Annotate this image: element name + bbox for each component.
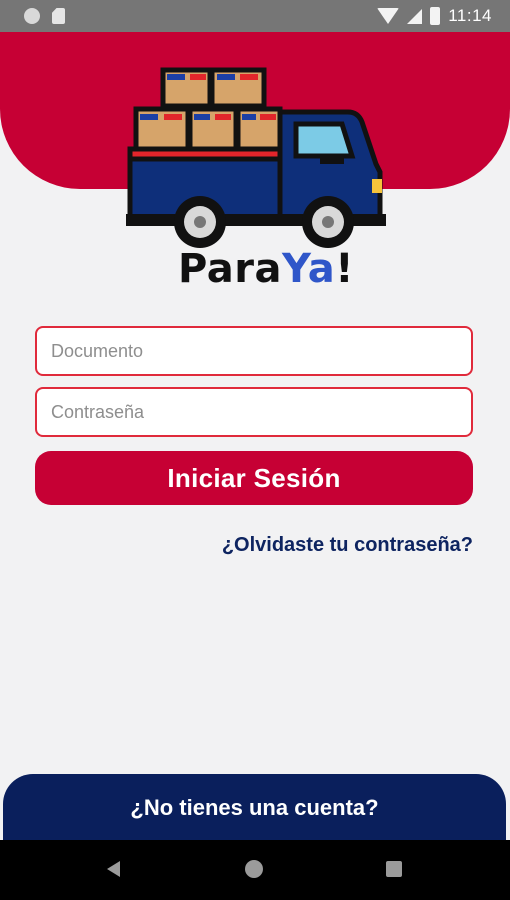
status-right: 11:14 [377,6,492,26]
brand-name: ParaYa! [178,246,354,292]
signup-label: ¿No tienes una cuenta? [130,795,379,820]
back-icon[interactable] [107,861,120,877]
recent-apps-icon[interactable] [386,861,402,877]
brand-name-part1: Para [178,246,282,292]
brand-name-part2: Ya [281,246,336,292]
wifi-icon [377,8,400,24]
signal-icon [407,8,423,24]
password-input[interactable] [35,387,473,437]
forgot-password-link[interactable]: ¿Olvidaste tu contraseña? [222,534,473,557]
navigation-bar [0,840,510,900]
delivery-truck-icon [126,67,386,248]
app-screen: 11:14 ParaYa! Documento Iniciar Sesión ¿… [0,0,510,900]
document-input[interactable] [35,326,473,376]
brand-name-part3: ! [335,246,354,292]
notification-circle-icon [24,8,40,24]
sd-card-icon [52,8,65,24]
status-time: 11:14 [448,6,492,25]
status-left [24,8,65,24]
status-bar: 11:14 [0,0,510,32]
signup-button[interactable]: ¿No tienes una cuenta? [3,774,506,842]
home-icon[interactable] [245,860,263,878]
battery-icon [430,7,441,25]
login-button[interactable]: Iniciar Sesión [35,451,473,505]
